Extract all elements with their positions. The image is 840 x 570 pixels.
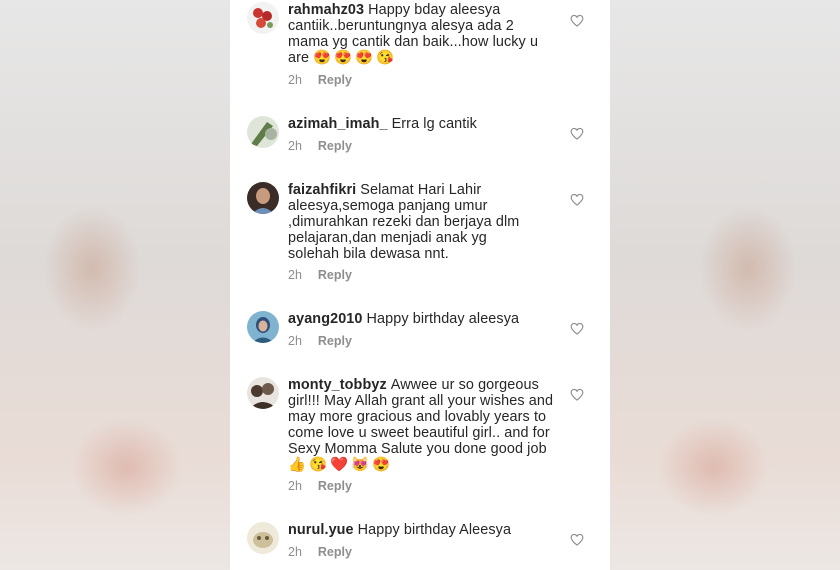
heart-outline-icon[interactable] [570, 322, 584, 335]
reply-button[interactable]: Reply [318, 479, 352, 493]
reply-button[interactable]: Reply [318, 545, 352, 559]
timestamp: 2h [288, 73, 302, 87]
comment-text: faizahfikri Selamat Hari Lahir aleesya,se… [288, 182, 538, 262]
avatar[interactable] [247, 522, 279, 554]
timestamp: 2h [288, 268, 302, 282]
heart-outline-icon[interactable] [570, 127, 584, 140]
heart-outline-icon[interactable] [570, 533, 584, 546]
emoji-icon: 😍 [313, 50, 332, 66]
comment-meta: 2h Reply [288, 334, 352, 348]
comment-meta: 2h Reply [288, 139, 352, 153]
timestamp: 2h [288, 139, 302, 153]
username-link[interactable]: ayang2010 [288, 311, 363, 327]
reply-button[interactable]: Reply [318, 334, 352, 348]
background-left [0, 0, 230, 570]
heart-outline-icon[interactable] [570, 193, 584, 206]
reply-button[interactable]: Reply [318, 268, 352, 282]
username-link[interactable]: monty_tobbyz [288, 377, 387, 393]
avatar[interactable] [247, 311, 279, 343]
emoji-row: 👍 😘 ❤️ 😻 😍 [288, 457, 560, 473]
username-link[interactable]: faizahfikri [288, 182, 356, 198]
comment-body: Happy birthday aleesya [366, 311, 520, 327]
emoji-icon: 😘 [376, 50, 395, 66]
timestamp: 2h [288, 545, 302, 559]
emoji-icon: 😍 [334, 50, 353, 66]
reply-button[interactable]: Reply [318, 73, 352, 87]
comment-text: ayang2010 Happy birthday aleesya [288, 311, 558, 327]
comment-meta: 2h Reply [288, 479, 352, 493]
username-link[interactable]: nurul.yue [288, 522, 354, 538]
timestamp: 2h [288, 334, 302, 348]
comment-text: azimah_imah_ Erra lg cantik [288, 116, 558, 132]
comments-panel: rahmahz03 Happy bday aleesya cantiik..ber… [230, 0, 610, 570]
comment-body: Happy birthday Aleesya [357, 522, 512, 538]
background-right [610, 0, 840, 570]
emoji-row: 😍 😍 😍 😘 [313, 50, 397, 66]
avatar[interactable] [247, 182, 279, 214]
comment-body: Erra lg cantik [391, 116, 477, 132]
heart-outline-icon[interactable] [570, 14, 584, 27]
emoji-icon: ❤️ [330, 457, 349, 473]
emoji-icon: 😍 [355, 50, 374, 66]
comment-text: nurul.yue Happy birthday Aleesya [288, 522, 558, 538]
avatar[interactable] [247, 377, 279, 409]
emoji-icon: 😘 [309, 457, 328, 473]
comment-meta: 2h Reply [288, 545, 352, 559]
comment-text: monty_tobbyz Awwee ur so gorgeous girl!!!… [288, 377, 560, 473]
username-link[interactable]: rahmahz03 [288, 2, 364, 18]
comment-meta: 2h Reply [288, 73, 352, 87]
emoji-icon: 😍 [372, 457, 391, 473]
heart-outline-icon[interactable] [570, 388, 584, 401]
comment-text: rahmahz03 Happy bday aleesya cantiik..ber… [288, 2, 558, 66]
username-link[interactable]: azimah_imah_ [288, 116, 388, 132]
timestamp: 2h [288, 479, 302, 493]
comment-meta: 2h Reply [288, 268, 352, 282]
emoji-icon: 👍 [288, 457, 307, 473]
avatar[interactable] [247, 116, 279, 148]
avatar[interactable] [247, 2, 279, 34]
emoji-icon: 😻 [351, 457, 370, 473]
reply-button[interactable]: Reply [318, 139, 352, 153]
